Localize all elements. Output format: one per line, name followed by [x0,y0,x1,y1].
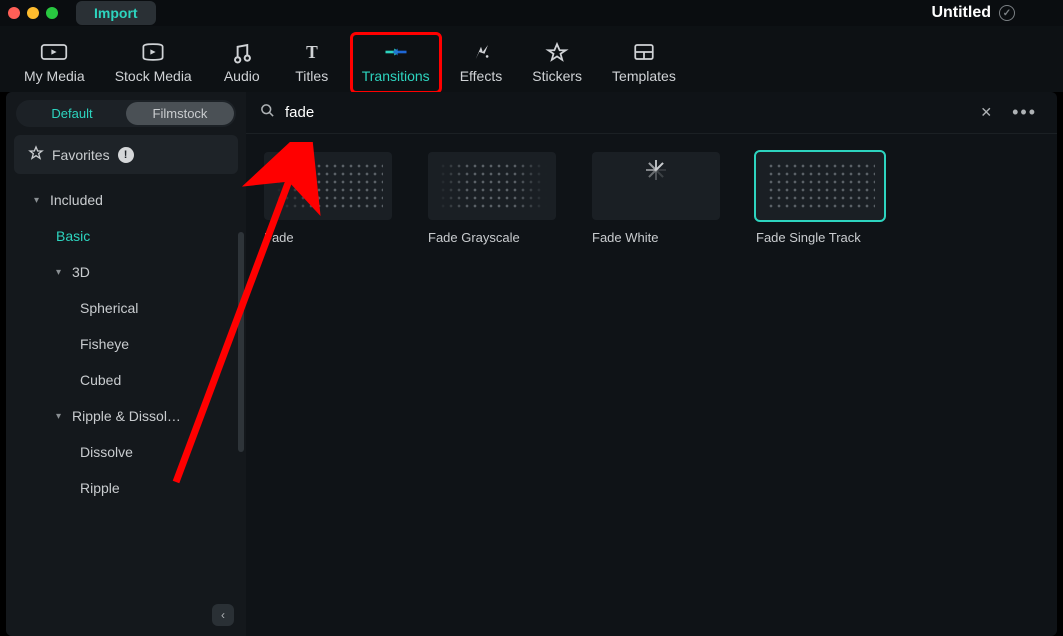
sidebar: Default Filmstock Favorites ! ▾ Included… [6,92,246,636]
result-thumb [264,152,392,220]
stock-media-icon [139,40,167,64]
content-panel: ✕ ••• Fade Fade Grayscale [246,92,1057,636]
result-label: Fade [264,230,392,245]
tree-label: Cubed [80,372,121,388]
tree-item-basic[interactable]: Basic [6,218,246,254]
tab-label: My Media [24,68,85,84]
result-label: Fade Grayscale [428,230,556,245]
import-button[interactable]: Import [76,1,156,25]
sidebar-collapse-button[interactable]: ‹ [212,604,234,626]
window-close-button[interactable] [8,7,20,19]
window-minimize-button[interactable] [27,7,39,19]
tree-label: Dissolve [80,444,133,460]
tree-item-spherical[interactable]: Spherical [6,290,246,326]
top-tab-bar: My Media Stock Media Audio T Titles [0,26,1063,92]
window-zoom-button[interactable] [46,7,58,19]
results-grid: Fade Fade Grayscale [246,134,1057,263]
result-card-fade-single-track[interactable]: Fade Single Track [756,152,884,245]
tab-effects[interactable]: Effects [450,34,513,92]
result-card-fade-white[interactable]: Fade White [592,152,720,245]
project-title-area: Untitled ✓ [931,4,1055,22]
search-icon [260,103,275,122]
favorites-label: Favorites [52,147,110,163]
audio-icon [228,40,256,64]
svg-text:T: T [306,42,318,62]
my-media-icon [40,40,68,64]
stickers-icon [543,40,571,64]
chevron-left-icon: ‹ [221,608,225,622]
sidebar-scrollbar[interactable] [238,232,244,452]
tab-label: Titles [295,68,328,84]
tab-label: Audio [224,68,260,84]
tab-label: Effects [460,68,503,84]
caret-down-icon: ▾ [56,411,66,422]
tab-label: Templates [612,68,676,84]
source-toggle: Default Filmstock [16,100,236,127]
tab-label: Transitions [362,68,430,84]
window-traffic-lights [8,7,58,19]
result-label: Fade White [592,230,720,245]
search-more-button[interactable]: ••• [1006,102,1043,123]
tab-audio[interactable]: Audio [212,34,272,92]
favorites-badge: ! [118,147,134,163]
transitions-icon [382,40,410,64]
project-title: Untitled [931,4,991,22]
tab-my-media[interactable]: My Media [14,34,95,92]
source-pill-filmstock[interactable]: Filmstock [126,102,234,125]
tree-label: Ripple [80,480,120,496]
tab-titles[interactable]: T Titles [282,34,342,92]
tree-label: 3D [72,264,90,280]
templates-icon [630,40,658,64]
caret-down-icon: ▾ [34,195,44,206]
tree-label: Ripple & Dissol… [72,408,181,424]
caret-down-icon: ▾ [56,267,66,278]
result-thumb [592,152,720,220]
main-panel: Default Filmstock Favorites ! ▾ Included… [6,92,1057,636]
search-input-wrap [260,103,966,122]
result-thumb [428,152,556,220]
tree-label: Included [50,192,103,208]
category-tree: ▾ Included Basic ▾ 3D Spherical Fisheye … [6,182,246,636]
tree-item-ripple-dissolve[interactable]: ▾ Ripple & Dissol… [6,398,246,434]
tree-item-3d[interactable]: ▾ 3D [6,254,246,290]
search-input[interactable] [283,103,966,122]
result-thumb [756,152,884,220]
tree-item-included[interactable]: ▾ Included [6,182,246,218]
tree-label: Basic [56,228,90,244]
window-titlebar: Import Untitled ✓ [0,0,1063,26]
result-card-fade-grayscale[interactable]: Fade Grayscale [428,152,556,245]
tab-transitions[interactable]: Transitions [352,34,440,92]
tab-stickers[interactable]: Stickers [522,34,592,92]
search-bar: ✕ ••• [246,92,1057,134]
tab-label: Stock Media [115,68,192,84]
titles-icon: T [298,40,326,64]
result-card-fade[interactable]: Fade [264,152,392,245]
effects-icon [467,40,495,64]
tree-item-ripple[interactable]: Ripple [6,470,246,506]
tree-item-dissolve[interactable]: Dissolve [6,434,246,470]
source-pill-default[interactable]: Default [18,102,126,125]
star-icon [28,145,44,164]
tree-label: Spherical [80,300,138,316]
tree-item-cubed[interactable]: Cubed [6,362,246,398]
tab-templates[interactable]: Templates [602,34,686,92]
sidebar-favorites[interactable]: Favorites ! [14,135,238,174]
tab-label: Stickers [532,68,582,84]
result-label: Fade Single Track [756,230,884,245]
tree-label: Fisheye [80,336,129,352]
loading-spinner-icon [640,170,672,202]
search-clear-button[interactable]: ✕ [976,100,996,125]
tab-stock-media[interactable]: Stock Media [105,34,202,92]
tree-item-fisheye[interactable]: Fisheye [6,326,246,362]
sync-status-icon: ✓ [999,5,1015,21]
